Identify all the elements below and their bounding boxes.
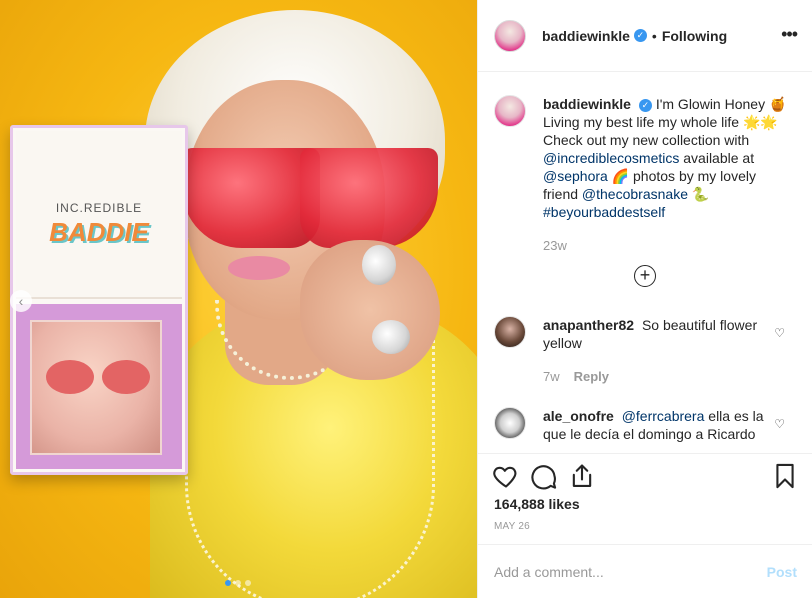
palette-brand: INC.REDIBLE — [55, 201, 143, 215]
mention-incrediblecosmetics[interactable]: @incrediblecosmetics — [543, 150, 679, 166]
caption-text-1: I'm Glowin Honey 🍯 — [655, 96, 787, 112]
silver-ring — [372, 320, 410, 354]
comment-body: anapanther82 So beautiful flower yellow … — [543, 316, 768, 386]
comment-meta: 7w Reply — [543, 368, 768, 386]
hashtag-beyourbaddestself[interactable]: #beyourbaddestself — [543, 204, 665, 220]
following-button[interactable]: Following — [662, 28, 727, 44]
comment-item: anapanther82 So beautiful flower yellow … — [494, 316, 794, 386]
mention-thecobrasnake[interactable]: @thecobrasnake — [582, 186, 688, 202]
comments-list[interactable]: baddiewinkle ✓ I'm Glowin Honey 🍯 Living … — [478, 73, 812, 453]
comment-input[interactable] — [494, 563, 754, 580]
post-sidebar: baddiewinkle ✓ • Following ••• baddiewin… — [477, 0, 812, 598]
author-username[interactable]: baddiewinkle — [542, 28, 630, 44]
verified-badge-icon: ✓ — [638, 99, 652, 112]
commenter-avatar[interactable] — [494, 407, 526, 439]
post-header: baddiewinkle ✓ • Following ••• — [478, 0, 812, 72]
comment-bubble-icon[interactable] — [530, 462, 558, 490]
mention-sephora[interactable]: @sephora — [543, 168, 608, 184]
pan-glasses-emboss — [46, 360, 150, 394]
palette-base — [16, 304, 182, 469]
red-sunglasses-right-lens — [300, 148, 438, 248]
post-date[interactable]: MAY 26 — [494, 521, 530, 532]
caption-body: baddiewinkle ✓ I'm Glowin Honey 🍯 Living … — [543, 95, 786, 255]
carousel-indicator — [225, 580, 251, 586]
carousel-dot — [245, 580, 251, 586]
previous-arrow-icon[interactable]: ‹ — [10, 290, 32, 312]
lips — [228, 256, 290, 280]
comment-like-heart-icon[interactable]: ♡ — [774, 417, 785, 431]
instagram-post: INC.REDIBLE BADDIE ‹ baddiewinkle ✓ • Fo… — [0, 0, 812, 598]
author-avatar[interactable] — [494, 19, 526, 52]
bookmark-icon[interactable] — [771, 462, 799, 490]
palette-logo: BADDIE — [49, 217, 149, 247]
heart-icon[interactable] — [492, 462, 520, 490]
caption-username[interactable]: baddiewinkle — [543, 96, 631, 112]
reply-button[interactable]: Reply — [574, 369, 609, 384]
share-icon[interactable] — [568, 462, 596, 490]
caption-age[interactable]: 23w — [543, 238, 567, 253]
add-comment-section: Post — [478, 544, 812, 598]
comment-age[interactable]: 7w — [543, 369, 560, 384]
highlighter-pan — [30, 320, 162, 455]
caption-text-6-end: 🐍 — [687, 186, 710, 202]
post-photo[interactable]: INC.REDIBLE BADDIE ‹ — [0, 0, 477, 598]
makeup-palette: INC.REDIBLE BADDIE — [10, 125, 188, 475]
carousel-dot-active — [225, 580, 231, 586]
comment-body: ale_onofre @ferrcabrera ella es la que l… — [543, 407, 768, 443]
caption-text-5: 🌈 photos by my lovely — [607, 168, 756, 184]
mention-ferrcabrera[interactable]: @ferrcabrera — [622, 408, 705, 424]
comment-item: ale_onofre @ferrcabrera ella es la que l… — [494, 407, 794, 443]
comment-username[interactable]: ale_onofre — [543, 408, 614, 424]
plus-circle-icon[interactable]: + — [634, 265, 656, 287]
more-horizontal-icon[interactable]: ••• — [781, 24, 798, 45]
skull-ring — [362, 245, 396, 285]
caption-text-6: friend — [543, 186, 582, 202]
caption-avatar[interactable] — [494, 95, 526, 127]
carousel-dot — [235, 580, 241, 586]
verified-badge-icon: ✓ — [633, 29, 647, 42]
caption: baddiewinkle ✓ I'm Glowin Honey 🍯 Living … — [494, 95, 794, 255]
separator-dot: • — [651, 27, 657, 44]
caption-text-4: available at — [679, 150, 755, 166]
post-comment-button[interactable]: Post — [767, 564, 797, 580]
comment-like-heart-icon[interactable]: ♡ — [774, 326, 785, 340]
like-count[interactable]: 164,888 likes — [494, 496, 580, 512]
action-bar — [478, 453, 812, 497]
comment-username[interactable]: anapanther82 — [543, 317, 634, 333]
caption-meta: 23w — [543, 237, 786, 255]
commenter-avatar[interactable] — [494, 316, 526, 348]
palette-lid: INC.REDIBLE BADDIE — [16, 131, 182, 299]
caption-text-2: Living my best life my whole life 🌟🌟 — [543, 114, 778, 130]
caption-text-3: Check out my new collection with — [543, 132, 750, 148]
